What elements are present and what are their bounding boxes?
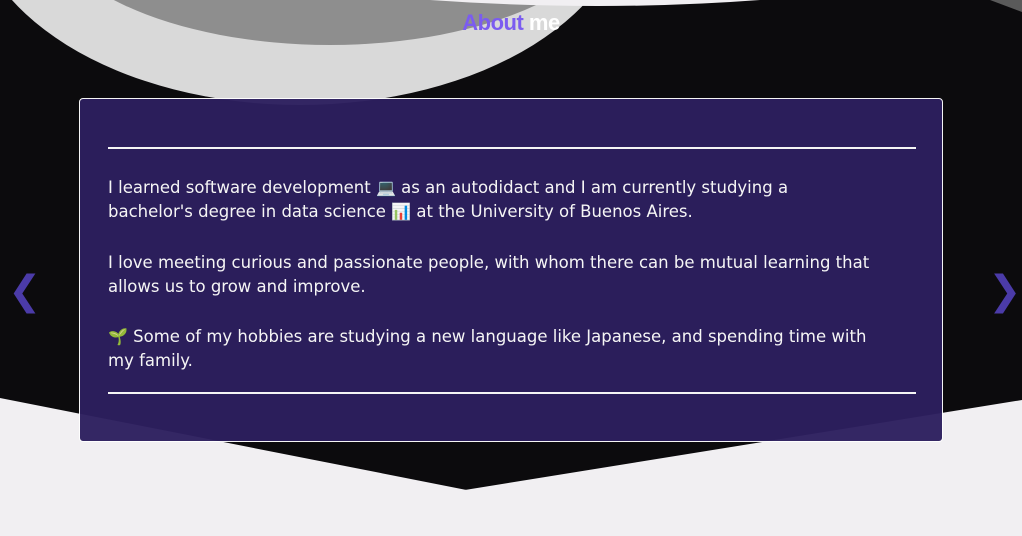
about-card: I learned software development 💻 as an a… <box>79 98 943 442</box>
bottom-divider <box>108 392 916 394</box>
education-text-end: at the University of Buenos Aires. <box>411 202 693 221</box>
about-paragraph-people: I love meeting curious and passionate pe… <box>108 253 870 296</box>
previous-slide-arrow-icon[interactable]: ❮ <box>8 264 42 318</box>
bar-chart-icon: 📊 <box>391 202 412 221</box>
top-divider <box>108 147 916 149</box>
hobbies-text: Some of my hobbies are studying a new la… <box>108 327 867 370</box>
next-slide-arrow-icon[interactable]: ❯ <box>988 264 1022 318</box>
laptop-icon: 💻 <box>375 178 396 197</box>
education-text-start: I learned software development <box>108 178 376 197</box>
seedling-icon: 🌱 <box>108 327 128 346</box>
about-card-content: I learned software development 💻 as an a… <box>108 147 916 370</box>
about-paragraph-education: I learned software development 💻 as an a… <box>108 176 878 224</box>
about-section: About me ❮ ❯ I learned software developm… <box>0 0 1022 536</box>
section-title-accent: About <box>462 10 524 35</box>
section-title-rest: me <box>523 10 560 35</box>
about-paragraph-hobbies: 🌱 Some of my hobbies are studying a new … <box>108 325 878 373</box>
section-title: About me <box>0 10 1022 36</box>
